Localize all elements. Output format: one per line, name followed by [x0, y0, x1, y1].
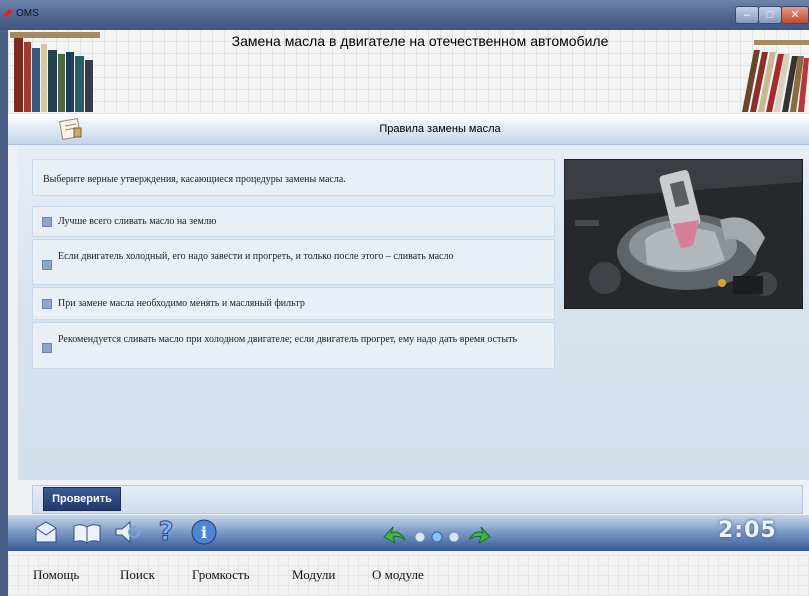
books-right-icon	[742, 40, 809, 112]
forward-arrow-icon[interactable]	[467, 525, 491, 547]
checkbox[interactable]	[42, 217, 52, 227]
checkbox[interactable]	[42, 343, 52, 353]
back-arrow-icon[interactable]	[383, 525, 407, 547]
answer-option[interactable]: При замене масла необходимо менять и мас…	[32, 287, 555, 320]
close-button[interactable]: ✕	[781, 6, 809, 24]
action-bar	[32, 485, 803, 514]
document-icon	[58, 118, 82, 140]
app-logo-icon	[3, 9, 13, 17]
help-icon[interactable]: ?	[155, 516, 177, 547]
menu-search[interactable]: Поиск	[120, 567, 155, 583]
checkbox[interactable]	[42, 260, 52, 270]
check-button[interactable]: Проверить	[43, 487, 121, 511]
maximize-button[interactable]: □	[758, 6, 782, 24]
minimize-button[interactable]: –	[735, 6, 759, 24]
answer-option[interactable]: Если двигатель холодный, его надо завест…	[32, 239, 555, 285]
page-title: Замена масла в двигателе на отечественно…	[231, 33, 609, 49]
books-left-icon	[10, 32, 100, 112]
svg-text:?: ?	[158, 517, 173, 546]
window-titlebar: OMS	[0, 0, 809, 30]
answer-option[interactable]: Лучше всего сливать масло на землю	[32, 206, 555, 237]
answer-option-text: Если двигатель холодный, его надо завест…	[58, 251, 454, 262]
answer-option[interactable]: Рекомендуется сливать масло при холодном…	[32, 322, 555, 369]
speaker-icon[interactable]	[112, 518, 142, 546]
svg-text:i: i	[201, 523, 207, 542]
info-icon[interactable]: i	[190, 518, 218, 546]
engine-photo	[564, 159, 803, 309]
engine-illustration	[565, 160, 802, 308]
answer-option-text: Лучше всего сливать масло на землю	[58, 216, 217, 227]
question-text: Выберите верные утверждения, касающиеся …	[43, 174, 346, 185]
window-title: OMS	[16, 8, 39, 19]
mail-icon[interactable]	[33, 520, 59, 546]
timer-display: 2:05	[718, 518, 777, 543]
page-dots	[414, 531, 460, 543]
menu-modules[interactable]: Модули	[292, 567, 335, 583]
menu-volume[interactable]: Громкость	[192, 567, 250, 583]
question-prompt: Выберите верные утверждения, касающиеся …	[32, 159, 555, 196]
section-title: Правила замены масла	[379, 123, 501, 135]
answer-option-text: При замене масла необходимо менять и мас…	[58, 298, 305, 309]
menu-help[interactable]: Помощь	[33, 567, 79, 583]
checkbox[interactable]	[42, 299, 52, 309]
answer-option-text: Рекомендуется сливать масло при холодном…	[58, 334, 518, 345]
menu-about[interactable]: О модуле	[372, 567, 424, 583]
book-icon[interactable]	[72, 520, 102, 546]
